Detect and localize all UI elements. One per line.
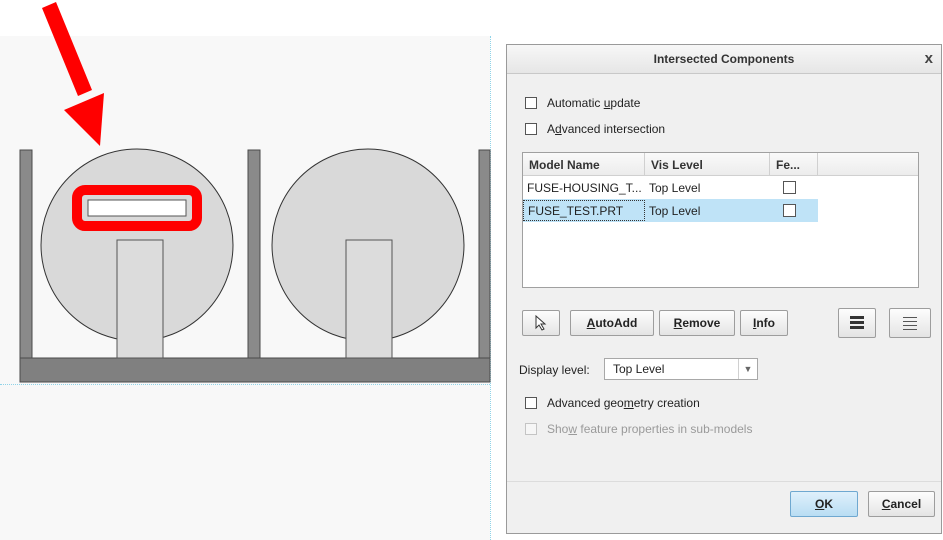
dialog-title: Intersected Components (653, 52, 795, 66)
automatic-update-checkbox[interactable] (525, 97, 537, 109)
fuse-stem-left (116, 239, 164, 359)
fuse-assembly-drawing (19, 2, 491, 383)
select-button[interactable] (522, 310, 560, 336)
detail-view-button[interactable] (889, 308, 931, 338)
column-header-model-name[interactable]: Model Name (523, 153, 645, 175)
feature-checkbox[interactable] (783, 181, 796, 194)
advanced-intersection-checkbox[interactable] (525, 123, 537, 135)
vis-level-cell[interactable]: Top Level (645, 181, 770, 195)
cursor-arrow-icon (535, 315, 547, 331)
feature-cell (770, 204, 818, 217)
feature-cell (770, 181, 818, 194)
detail-view-icon (903, 317, 917, 330)
display-level-label: Display level: (519, 363, 590, 377)
intersected-components-dialog: Intersected Components x Automatic updat… (506, 44, 942, 534)
table-row-selected[interactable]: FUSE_TEST.PRT Top Level (523, 199, 818, 222)
ok-button[interactable]: OK (790, 491, 858, 517)
list-view-button[interactable] (838, 308, 876, 338)
advanced-geometry-label: Advanced geometry creation (547, 396, 700, 410)
cancel-button[interactable]: Cancel (868, 491, 935, 517)
housing-base (19, 357, 491, 383)
close-icon[interactable]: x (925, 50, 933, 67)
fuse-slot-left (87, 199, 187, 217)
dialog-titlebar[interactable]: Intersected Components x (507, 45, 941, 74)
annotation-arrow (42, 2, 104, 146)
housing-wall-left (19, 149, 33, 359)
advanced-geometry-checkbox[interactable] (525, 397, 537, 409)
column-header-empty (818, 153, 918, 175)
vis-level-cell[interactable]: Top Level (645, 204, 770, 218)
model-name-cell: FUSE-HOUSING_T... (527, 180, 642, 195)
components-table[interactable]: Model Name Vis Level Fe... FUSE-HOUSING_… (522, 152, 919, 288)
fuse-stem-right (345, 239, 393, 359)
display-level-select[interactable]: Top Level ▼ (604, 358, 758, 380)
chevron-down-icon[interactable]: ▼ (738, 359, 757, 379)
advanced-intersection-option[interactable]: Advanced intersection (525, 122, 665, 136)
feature-checkbox[interactable] (783, 204, 796, 217)
info-button[interactable]: Info (740, 310, 788, 336)
table-header: Model Name Vis Level Fe... (523, 153, 918, 176)
automatic-update-option[interactable]: Automatic update (525, 96, 640, 110)
housing-wall-middle (247, 149, 261, 359)
column-header-feature[interactable]: Fe... (770, 153, 818, 175)
display-level-value: Top Level (613, 362, 665, 376)
housing-wall-right (478, 149, 491, 359)
advanced-intersection-label: Advanced intersection (547, 122, 666, 136)
remove-button[interactable]: Remove (659, 310, 735, 336)
show-feature-properties-option: Show feature properties in sub-models (525, 422, 752, 436)
list-view-icon (850, 316, 864, 329)
column-header-vis-level[interactable]: Vis Level (645, 153, 770, 175)
table-row[interactable]: FUSE-HOUSING_T... Top Level (523, 176, 918, 199)
automatic-update-label: Automatic update (547, 96, 641, 110)
advanced-geometry-option[interactable]: Advanced geometry creation (525, 396, 700, 410)
model-name-cell: FUSE_TEST.PRT (523, 200, 645, 221)
show-feature-properties-label: Show feature properties in sub-models (547, 422, 753, 436)
autoadd-button[interactable]: AutoAdd (570, 310, 654, 336)
show-feature-properties-checkbox (525, 423, 537, 435)
footer-divider (507, 481, 941, 482)
